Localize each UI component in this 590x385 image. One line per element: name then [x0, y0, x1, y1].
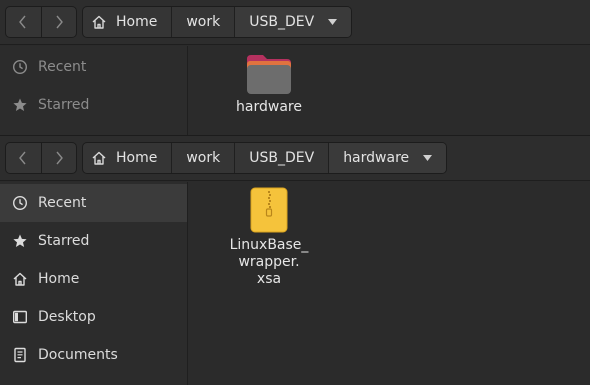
file-name: hardware — [236, 99, 302, 115]
home-icon — [12, 271, 28, 287]
breadcrumb-label: Home — [116, 14, 158, 30]
sidebar-item-label: Starred — [38, 233, 90, 249]
sidebar-item-label: Documents — [38, 347, 118, 363]
sidebar-item-label: Starred — [38, 97, 90, 113]
chevron-right-icon — [56, 15, 63, 29]
home-icon — [92, 151, 106, 165]
sidebar-item-starred[interactable]: Starred — [0, 86, 187, 124]
file-view: hardware — [189, 46, 590, 135]
zip-archive-icon — [250, 187, 288, 233]
sidebar-item-recent[interactable]: Recent — [0, 48, 187, 86]
chevron-right-icon — [56, 151, 63, 165]
folder-icon — [247, 55, 291, 94]
sidebar-item-label: Home — [38, 271, 80, 287]
header-bar: Home work USB_DEV hardware — [0, 135, 590, 181]
home-icon — [92, 15, 106, 29]
clock-icon — [12, 195, 28, 211]
chevron-left-icon — [19, 151, 27, 165]
sidebar: Recent Starred — [0, 46, 188, 135]
chevron-left-icon — [19, 15, 27, 29]
back-button[interactable] — [6, 7, 41, 37]
breadcrumb-label: hardware — [343, 150, 410, 166]
breadcrumb-home[interactable]: Home — [83, 143, 171, 173]
sidebar-item-label: Recent — [38, 195, 87, 211]
caret-down-icon — [423, 155, 433, 161]
clock-icon — [12, 59, 28, 75]
documents-icon — [12, 347, 28, 363]
breadcrumb-label: USB_DEV — [249, 14, 315, 30]
sidebar-item-home[interactable]: Home — [0, 260, 187, 298]
sidebar-item-recent[interactable]: Recent — [0, 184, 187, 222]
desktop-icon — [12, 309, 28, 325]
file-manager-window-front: Home work USB_DEV hardware Recent Starre… — [0, 135, 590, 385]
sidebar-item-label: Desktop — [38, 309, 96, 325]
navigation-buttons — [5, 142, 77, 174]
back-button[interactable] — [6, 143, 41, 173]
file-manager-window-back: Home work USB_DEV Recent Starred hardwar… — [0, 0, 590, 135]
breadcrumb-home[interactable]: Home — [83, 7, 171, 37]
star-icon — [12, 233, 28, 249]
header-bar: Home work USB_DEV — [0, 0, 590, 45]
sidebar: Recent Starred Home Desktop Documents — [0, 182, 188, 385]
file-item-linuxbase-wrapper-xsa[interactable]: LinuxBase_ wrapper. xsa — [225, 187, 313, 288]
file-name-line: xsa — [256, 271, 282, 287]
sidebar-item-label: Recent — [38, 59, 87, 75]
breadcrumb-label: USB_DEV — [249, 150, 315, 166]
breadcrumb-label: Home — [116, 150, 158, 166]
breadcrumb-label: work — [186, 150, 221, 166]
breadcrumb: Home work USB_DEV — [82, 6, 353, 38]
file-view: LinuxBase_ wrapper. xsa — [189, 182, 590, 385]
sidebar-item-desktop[interactable]: Desktop — [0, 298, 187, 336]
navigation-buttons — [5, 6, 77, 38]
caret-down-icon — [328, 19, 338, 25]
breadcrumb-usb-dev[interactable]: USB_DEV — [234, 7, 352, 37]
file-name-line: LinuxBase_ — [229, 237, 309, 253]
breadcrumb-work[interactable]: work — [171, 7, 234, 37]
breadcrumb-work[interactable]: work — [171, 143, 234, 173]
forward-button[interactable] — [40, 143, 76, 173]
file-name-line: wrapper. — [238, 254, 300, 270]
breadcrumb-label: work — [186, 14, 221, 30]
sidebar-item-starred[interactable]: Starred — [0, 222, 187, 260]
breadcrumb-usb-dev[interactable]: USB_DEV — [234, 143, 328, 173]
breadcrumb: Home work USB_DEV hardware — [82, 142, 448, 174]
breadcrumb-hardware[interactable]: hardware — [328, 143, 447, 173]
file-item-hardware[interactable]: hardware — [229, 53, 309, 116]
star-icon — [12, 97, 28, 113]
forward-button[interactable] — [40, 7, 76, 37]
sidebar-item-documents[interactable]: Documents — [0, 336, 187, 374]
